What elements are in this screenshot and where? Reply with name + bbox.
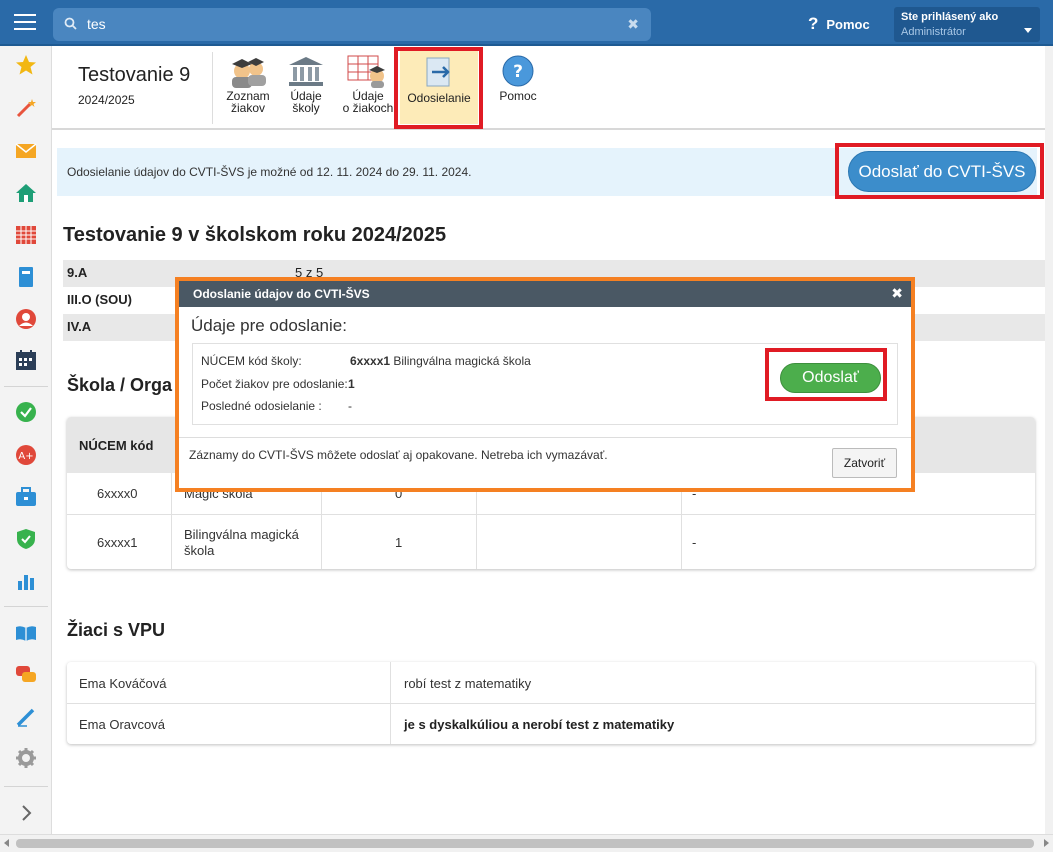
vpu-student-note: robí test z matematiky — [404, 676, 532, 691]
help-label: Pomoc — [826, 17, 870, 32]
close-button[interactable]: Zatvoriť — [832, 448, 897, 478]
sidebar-divider — [4, 606, 48, 607]
tool-label: Pomoc — [499, 89, 537, 103]
label-last-send: Posledné odosielanie : — [201, 399, 322, 413]
tool-label: školy — [292, 101, 320, 115]
shield-check-icon[interactable] — [15, 528, 37, 550]
scroll-right-icon[interactable] — [1044, 839, 1049, 847]
user-menu[interactable]: Ste prihlásený ako Administrátor — [894, 7, 1040, 42]
check-circle-icon[interactable] — [15, 401, 37, 423]
cell-code: 6xxxx1 — [97, 535, 138, 550]
horizontal-scrollbar[interactable] — [0, 834, 1053, 852]
tool-label: o žiakoch — [342, 101, 394, 115]
dialog-title: Odoslanie údajov do CVTI-ŠVS — [193, 287, 370, 301]
bar-chart-icon[interactable] — [15, 570, 37, 592]
tool-help[interactable]: ? Pomoc — [494, 54, 542, 120]
timetable-icon[interactable] — [15, 224, 37, 246]
pen-icon[interactable] — [15, 706, 37, 728]
search-icon — [64, 17, 77, 30]
star-icon[interactable] — [15, 54, 37, 76]
caret-down-icon — [1024, 28, 1032, 33]
value-last-send: - — [348, 399, 352, 413]
sidebar: A+ — [0, 46, 52, 834]
cell-code: 6xxxx0 — [97, 486, 138, 501]
tool-label: žiakov — [230, 101, 265, 115]
vertical-scrollbar[interactable] — [1045, 46, 1053, 834]
notice-text: Odosielanie údajov do CVTI-ŠVS je možné … — [67, 165, 472, 179]
school-heading: Škola / Orga — [67, 375, 173, 395]
tool-school-data[interactable]: Údaje školy — [280, 54, 332, 120]
vpu-student-name: Ema Kováčová — [79, 676, 167, 691]
calendar-icon[interactable] — [15, 349, 37, 371]
module-title: Testovanie 9 — [78, 64, 191, 86]
class-name: IV.A — [67, 319, 92, 334]
col-divider — [390, 662, 391, 744]
help-link[interactable]: ? Pomoc — [808, 14, 870, 34]
person-icon[interactable] — [15, 308, 37, 330]
vpu-heading: Žiaci s VPU — [67, 620, 166, 640]
vpu-student-note: je s dyskalkúliou a nerobí test z matema… — [404, 717, 675, 732]
close-icon[interactable]: ✖ — [891, 285, 903, 302]
vpu-table: Ema Kováčová robí test z matematiky Ema … — [67, 662, 1035, 744]
help-circle-icon: ? — [502, 55, 534, 87]
clear-search-icon[interactable]: ✖ — [627, 16, 639, 33]
highlight-box — [765, 348, 887, 401]
value-school: 6xxxx1 Bilingválna magická škola — [350, 354, 531, 368]
help-icon: ? — [808, 14, 819, 33]
user-label: Ste prihlásený ako — [901, 11, 999, 23]
dialog-footer-divider — [179, 437, 911, 438]
grade-icon[interactable]: A+ — [15, 444, 37, 466]
briefcase-icon[interactable] — [15, 486, 37, 508]
value-school-code: 6xxxx1 — [350, 354, 391, 368]
svg-text:A+: A+ — [18, 451, 33, 462]
class-name: 9.A — [67, 265, 88, 280]
dialog-footer-note: Záznamy do CVTI-ŠVS môžete odoslať aj op… — [189, 448, 608, 462]
label-student-count: Počet žiakov pre odoslanie: — [201, 377, 348, 391]
user-role: Administrátor — [901, 26, 966, 38]
dialog-header: Odoslanie údajov do CVTI-ŠVS ✖ — [179, 281, 911, 307]
value-student-count: 1 — [348, 377, 355, 391]
gear-icon[interactable] — [15, 747, 37, 769]
module-year: 2024/2025 — [78, 93, 135, 107]
row-divider — [67, 514, 1035, 515]
sidebar-divider — [4, 386, 48, 387]
student-grid-icon — [347, 55, 385, 88]
magic-wand-icon[interactable] — [15, 97, 37, 119]
mail-icon[interactable] — [15, 140, 37, 162]
search-box: ✖ — [53, 8, 651, 41]
header-nucem-code: NÚCEM kód — [79, 438, 154, 453]
col-divider — [171, 473, 172, 569]
cell-last: - — [692, 535, 697, 550]
row-divider — [67, 703, 1035, 704]
page-heading: Testovanie 9 v školskom roku 2024/2025 — [63, 224, 447, 246]
tool-student-list[interactable]: Zoznam žiakov — [221, 54, 275, 120]
scroll-left-icon[interactable] — [4, 839, 9, 847]
svg-text:?: ? — [513, 62, 523, 82]
sidebar-divider — [4, 786, 48, 787]
scroll-thumb[interactable] — [16, 839, 1034, 848]
top-bar: ✖ ? Pomoc Ste prihlásený ako Administráto… — [0, 0, 1053, 46]
class-book-icon[interactable] — [15, 266, 37, 288]
module-header: Testovanie 9 2024/2025 Zoznam žiakov Úda… — [52, 46, 1053, 130]
home-icon[interactable] — [15, 182, 37, 204]
label-school-code: NÚCEM kód školy: — [201, 354, 302, 368]
school-building-icon — [289, 57, 323, 86]
cell-count: 1 — [395, 535, 403, 550]
search-input[interactable] — [87, 14, 627, 34]
chevron-right-icon[interactable] — [15, 802, 37, 824]
students-icon — [232, 58, 266, 88]
value-school-name: Bilingválna magická škola — [393, 354, 531, 368]
highlight-box — [394, 47, 483, 129]
header-divider — [212, 52, 213, 124]
open-book-icon[interactable] — [15, 622, 37, 644]
highlight-box — [835, 143, 1044, 199]
cell-name: Bilingválna magická škola — [184, 527, 299, 558]
tool-student-data[interactable]: Údaje o žiakoch — [340, 54, 396, 120]
vpu-student-name: Ema Oravcová — [79, 717, 165, 732]
dialog-subtitle: Údaje pre odoslanie: — [191, 316, 347, 335]
menu-icon[interactable] — [14, 14, 36, 31]
class-name: III.O (SOU) — [67, 292, 132, 307]
chat-icon[interactable] — [15, 664, 37, 686]
